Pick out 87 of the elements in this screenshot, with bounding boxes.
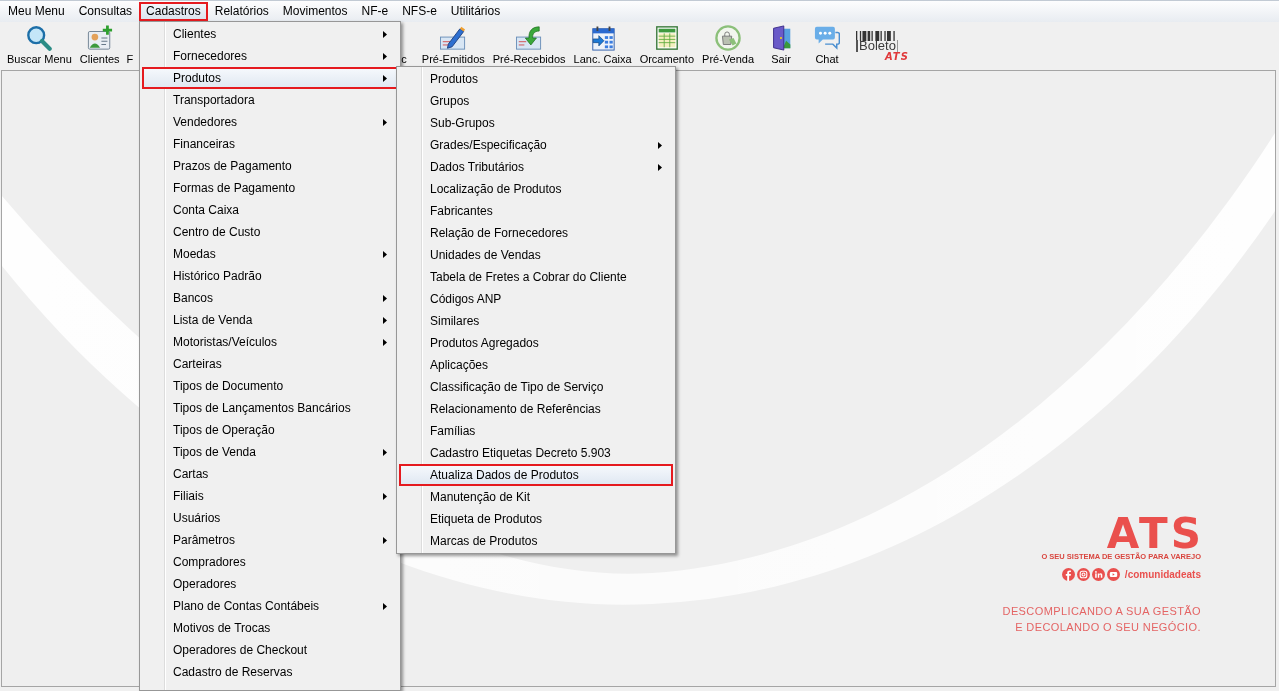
menu-item[interactable]: Aplicações xyxy=(399,354,673,376)
menu-item[interactable]: Cadastro Etiquetas Decreto 5.903 xyxy=(399,442,673,464)
toolbar-button[interactable]: c xyxy=(398,53,410,65)
menubar-item[interactable]: Utilitários xyxy=(443,2,508,21)
menu-item[interactable]: Clientes xyxy=(142,23,398,45)
menu-item[interactable]: Tabela de Fretes a Cobrar do Cliente xyxy=(399,266,673,288)
menu-item[interactable]: Unidades de Vendas xyxy=(399,244,673,266)
toolbar-button[interactable]: Clientes xyxy=(75,25,124,65)
menu-item[interactable]: Códigos ANP xyxy=(399,288,673,310)
slogan-text: DESCOMPLICANDO A SUA GESTÃO E DECOLANDO O SEU NEGÓCIO. xyxy=(1002,604,1201,635)
menu-item[interactable]: Tipos de Lançamentos Bancários xyxy=(142,397,398,419)
menubar-item[interactable]: Cadastros xyxy=(139,2,208,21)
brand-logo: ATS xyxy=(1106,518,1204,550)
menu-item[interactable]: Transportadora xyxy=(142,89,398,111)
menu-item[interactable]: Produtos xyxy=(142,67,398,89)
menu-item[interactable]: Dados Tributários xyxy=(399,156,673,178)
toolbar-button[interactable]: Orcamento xyxy=(635,25,699,65)
toolbar-button[interactable]: Lanc. Caixa xyxy=(569,25,636,65)
menu-item[interactable]: Relação de Fornecedores xyxy=(399,222,673,244)
menu-item[interactable]: Etiqueta de Produtos xyxy=(399,508,673,530)
menu-item[interactable]: Marcas de Produtos xyxy=(399,530,673,552)
menu-item[interactable]: Atualiza Dados de Produtos xyxy=(399,464,673,486)
toolbar-button[interactable]: Sair xyxy=(758,25,805,65)
menu-item[interactable]: Plano de Contas Contábeis xyxy=(142,595,398,617)
menu-item[interactable]: Usuários xyxy=(142,507,398,529)
menu-item[interactable]: Tipos de Documento xyxy=(142,375,398,397)
menu-item[interactable]: Fornecedores xyxy=(142,45,398,67)
menu-item[interactable]: Produtos Agregados xyxy=(399,332,673,354)
barcode-icon xyxy=(856,31,897,41)
menu-item[interactable]: Carteiras xyxy=(142,353,398,375)
menu-item[interactable]: Relacionamento de Referências xyxy=(399,398,673,420)
menu-item[interactable]: Lista de Venda xyxy=(142,309,398,331)
spreadsheet-icon xyxy=(653,25,680,51)
menu-item[interactable]: Parâmetros xyxy=(142,529,398,551)
toolbar-button[interactable]: Pré-Recebidos xyxy=(488,25,570,65)
menubar-item[interactable]: Movimentos xyxy=(275,2,355,21)
social-media-icon xyxy=(1091,568,1105,581)
menu-item[interactable]: Prazos de Pagamento xyxy=(142,155,398,177)
menu-item[interactable]: Famílias xyxy=(399,420,673,442)
speech-bubbles-icon xyxy=(814,25,841,51)
menu-item[interactable]: Bancos xyxy=(142,287,398,309)
menu-item[interactable]: Cadastro de Reservas xyxy=(142,661,398,683)
menu-item[interactable]: Tipos de Venda xyxy=(142,441,398,463)
social-media-icon xyxy=(1061,568,1075,581)
menu-item[interactable]: Operadores de Checkout xyxy=(142,639,398,661)
menu-item[interactable]: Formas de Pagamento xyxy=(142,177,398,199)
shopping-bag-icon xyxy=(715,25,742,51)
menu-item[interactable]: Financeiras xyxy=(142,133,398,155)
menu-item[interactable]: Motoristas/Veículos xyxy=(142,331,398,353)
menu-item[interactable]: Histórico Padrão xyxy=(142,265,398,287)
menu-item[interactable]: Centro de Custo xyxy=(142,221,398,243)
social-media-icon xyxy=(1106,568,1120,581)
social-handle: /comunidadeats xyxy=(1124,568,1201,581)
social-media-icon xyxy=(1076,568,1090,581)
menu-item[interactable]: Compradores xyxy=(142,551,398,573)
toolbar-button[interactable]: Boleto ATS xyxy=(850,25,913,62)
menu-item[interactable]: Sub-Grupos xyxy=(399,112,673,134)
menu-item[interactable]: Fabricantes xyxy=(399,200,673,222)
menubar-item[interactable]: NFS-e xyxy=(395,2,444,21)
menu-item[interactable]: Motivos de Trocas xyxy=(142,617,398,639)
menu-item[interactable]: Grupos xyxy=(399,90,673,112)
toolbar-button[interactable]: Buscar Menu xyxy=(3,25,76,65)
pen-document-icon xyxy=(440,25,467,51)
toolbar-button[interactable]: Pré-Emitidos xyxy=(417,25,489,65)
menubar-item[interactable]: Consultas xyxy=(71,2,140,21)
menu-item[interactable]: Grades/Especificação xyxy=(399,134,673,156)
menubar-item[interactable]: Relatórios xyxy=(207,2,276,21)
menu-item[interactable]: Manutenção de Kit xyxy=(399,486,673,508)
menu-item[interactable]: Moedas xyxy=(142,243,398,265)
menu-item[interactable]: Filiais xyxy=(142,485,398,507)
document-arrow-icon xyxy=(516,25,543,51)
menu-item[interactable]: Operadores xyxy=(142,573,398,595)
menu-item[interactable]: Classificação de Tipo de Serviço xyxy=(399,376,673,398)
toolbar-button[interactable]: F xyxy=(123,53,137,65)
search-icon xyxy=(26,25,53,51)
menubar-item[interactable]: Meu Menu xyxy=(1,2,72,21)
menu-item[interactable]: Vendedores xyxy=(142,111,398,133)
toolbar-button[interactable]: Pré-Venda xyxy=(698,25,759,65)
toolbar-button[interactable]: Chat xyxy=(804,25,851,65)
menu-item[interactable]: Localização de Produtos xyxy=(399,178,673,200)
contact-card-icon xyxy=(86,25,113,51)
menu-item[interactable]: Cartas xyxy=(142,463,398,485)
menu-item[interactable]: Produtos xyxy=(399,68,673,90)
menu-item[interactable]: Conta Caixa xyxy=(142,199,398,221)
menu-item[interactable]: Similares xyxy=(399,310,673,332)
menubar-item[interactable]: NF-e xyxy=(354,2,396,21)
menu-item[interactable]: Tipos de Operação xyxy=(142,419,398,441)
